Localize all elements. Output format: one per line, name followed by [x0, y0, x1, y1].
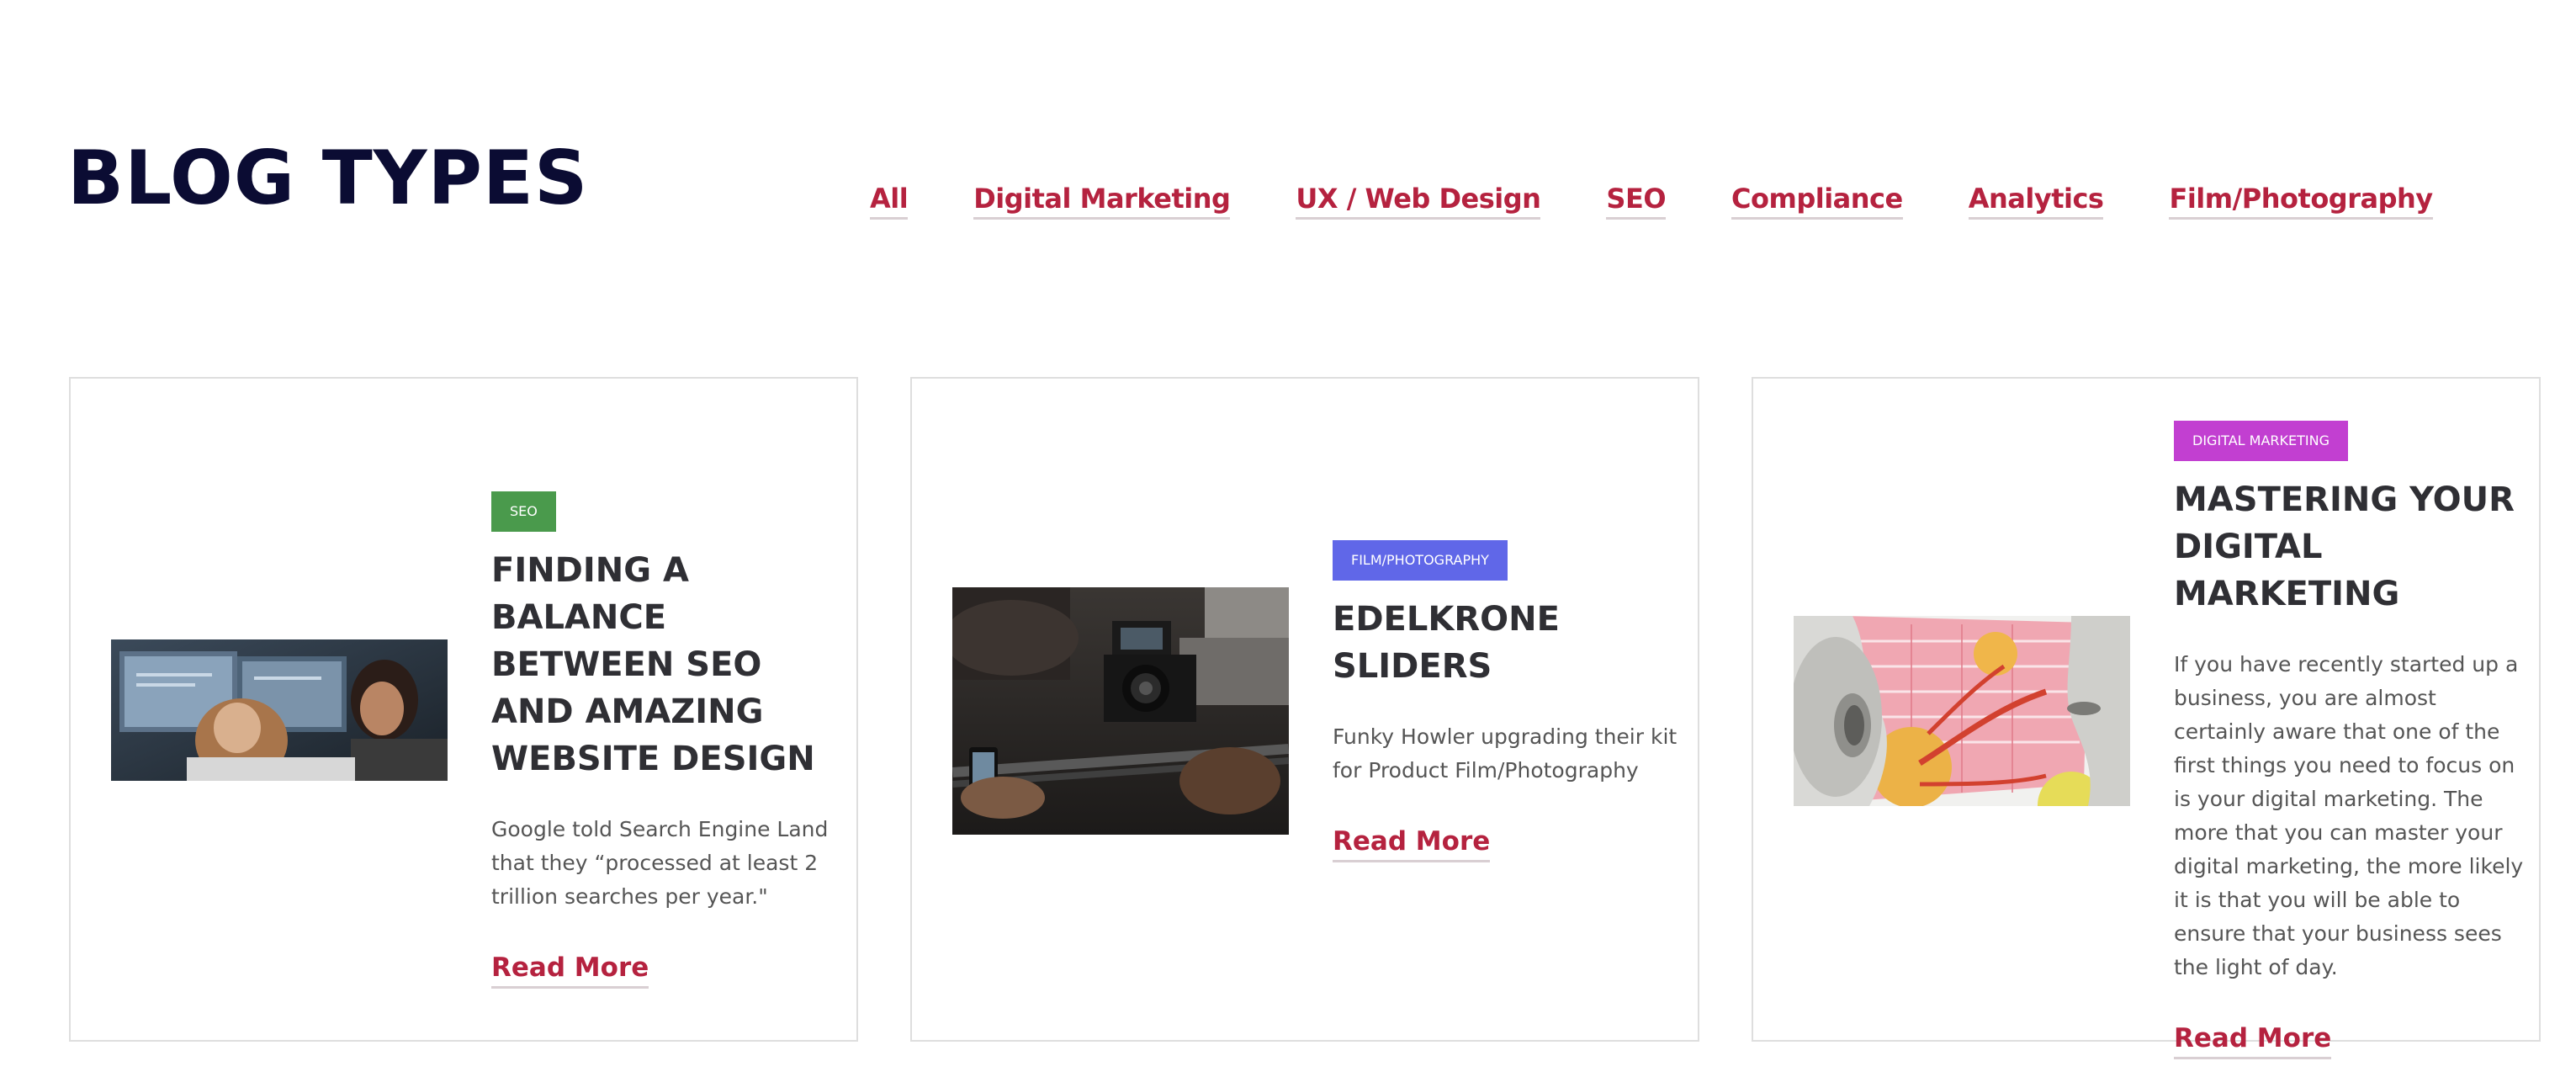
filter-all-link[interactable]: All [870, 182, 909, 220]
blog-card-seo-balance: SEO FINDING A BALANCE BETWEEN SEO AND AM… [69, 377, 858, 1042]
post-excerpt: If you have recently started up a busine… [2174, 652, 2524, 979]
camera-slider-image [952, 587, 1289, 835]
whisper-collage-image [1794, 616, 2130, 806]
filter-analytics-link[interactable]: Analytics [1968, 182, 2104, 220]
filter-film-photography-link[interactable]: Film/Photography [2169, 182, 2433, 220]
filter-compliance-link[interactable]: Compliance [1731, 182, 1903, 220]
category-badge[interactable]: DIGITAL MARKETING [2174, 421, 2348, 461]
blog-type-filter-nav: All Digital Marketing UX / Web Design SE… [870, 182, 2433, 220]
post-content: DIGITAL MARKETING MASTERING YOUR DIGITAL… [2174, 421, 2527, 1059]
post-thumbnail-camera-slider[interactable] [952, 587, 1289, 835]
post-title[interactable]: FINDING A BALANCE BETWEEN SEO AND AMAZIN… [491, 547, 845, 783]
post-content: SEO FINDING A BALANCE BETWEEN SEO AND AM… [491, 491, 845, 989]
post-title[interactable]: MASTERING YOUR DIGITAL MARKETING [2174, 476, 2527, 618]
read-more-link[interactable]: Read More [491, 951, 649, 989]
post-excerpt: Funky Howler upgrading their kit for Pro… [1333, 724, 1678, 783]
people-at-computer-image [111, 639, 448, 781]
post-thumbnail-whisper-collage[interactable] [1794, 616, 2130, 806]
category-badge[interactable]: FILM/PHOTOGRAPHY [1333, 540, 1508, 581]
post-content: FILM/PHOTOGRAPHY EDELKRONE SLIDERS Funky… [1333, 540, 1686, 862]
post-excerpt: Google told Search Engine Land that they… [491, 817, 829, 909]
filter-ux-web-design-link[interactable]: UX / Web Design [1296, 182, 1541, 220]
filter-seo-link[interactable]: SEO [1606, 182, 1667, 220]
read-more-link[interactable]: Read More [1333, 825, 1491, 862]
category-badge[interactable]: SEO [491, 491, 556, 532]
post-thumbnail-people-at-computer[interactable] [111, 639, 448, 781]
post-title[interactable]: EDELKRONE SLIDERS [1333, 596, 1686, 690]
filter-digital-marketing-link[interactable]: Digital Marketing [973, 182, 1231, 220]
read-more-link[interactable]: Read More [2174, 1021, 2332, 1059]
page-title: BLOG TYPES [67, 135, 589, 221]
blog-card-edelkrone-sliders: FILM/PHOTOGRAPHY EDELKRONE SLIDERS Funky… [910, 377, 1699, 1042]
blog-card-digital-marketing: DIGITAL MARKETING MASTERING YOUR DIGITAL… [1752, 377, 2541, 1059]
